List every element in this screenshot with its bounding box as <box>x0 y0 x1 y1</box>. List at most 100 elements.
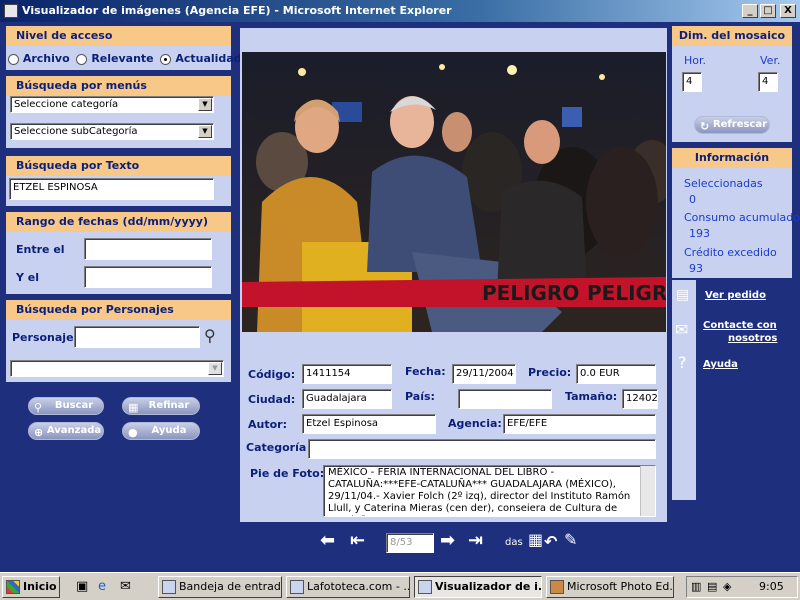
consumption-label: Consumo acumulado <box>684 211 800 224</box>
refresh-button-label: Refrescar <box>712 119 768 130</box>
code-label: Código: <box>248 368 296 381</box>
size-label: Tamaño: <box>565 390 618 403</box>
agency-field[interactable]: EFE/EFE <box>503 414 656 434</box>
tray-icon-1[interactable]: ▥ <box>691 580 701 593</box>
order-info-heading: Información pedido <box>672 148 792 184</box>
photo-image: PELIGRO PELIGRO <box>242 52 666 332</box>
price-field[interactable]: 0.0 EUR <box>576 364 656 384</box>
date-to-label: Y el <box>16 271 40 284</box>
tray-icon-2[interactable]: ▤ <box>707 580 717 593</box>
maximize-button[interactable]: □ <box>760 4 776 18</box>
city-label: Ciudad: <box>248 393 296 406</box>
person-input[interactable] <box>74 326 200 348</box>
subcategory-select-value: Seleccione subCategoría <box>14 126 138 137</box>
refine-button[interactable]: ▦ Refinar <box>122 397 200 415</box>
browser-icon <box>418 580 432 594</box>
radio-actualidad[interactable] <box>160 53 172 65</box>
chevron-down-icon[interactable]: ▼ <box>208 362 222 375</box>
chevron-down-icon[interactable]: ▼ <box>198 125 212 138</box>
person-list-select[interactable]: ▼ <box>10 360 224 377</box>
country-label: País: <box>405 390 435 403</box>
window-title-bar[interactable]: Visualizador de imágenes (Agencia EFE) -… <box>0 0 800 22</box>
page-counter-field[interactable]: 8/53 <box>386 533 434 553</box>
window-title: Visualizador de imágenes (Agencia EFE) -… <box>22 4 452 17</box>
task-item-0[interactable]: Bandeja de entrad... <box>158 576 282 598</box>
ie-quicklaunch-icon[interactable]: e <box>98 579 106 594</box>
date-to-input[interactable] <box>84 266 212 288</box>
contact-link[interactable]: Contacte con <box>703 320 777 331</box>
cart-icon[interactable]: ▤ <box>676 287 689 303</box>
cart-add-icon[interactable]: ✎ <box>564 530 577 549</box>
antivirus-icon[interactable]: ◈ <box>723 580 731 593</box>
magnifier-icon[interactable]: ⚲ <box>204 326 216 345</box>
task-item-1[interactable]: Lafototeca.com - ... <box>286 576 410 598</box>
tape-text-repeat: PELIGRO <box>587 281 666 305</box>
outlook-icon[interactable]: ✉ <box>120 579 131 594</box>
minimize-button[interactable]: _ <box>742 4 758 18</box>
desktop-icon[interactable]: ▣ <box>76 579 88 594</box>
caption-textarea[interactable]: MÉXICO - FERIA INTERNACIONAL DEL LIBRO -… <box>323 465 656 517</box>
crosshair-icon: ⊕ <box>34 426 44 439</box>
mosaic-h-input[interactable]: 4 <box>682 72 702 92</box>
help-link[interactable]: Ayuda <box>703 359 738 370</box>
task-label: Lafototeca.com - ... <box>307 580 410 593</box>
caption-text: MÉXICO - FERIA INTERNACIONAL DEL LIBRO -… <box>328 467 631 516</box>
person-label: Personaje <box>12 331 74 344</box>
caption-scrollbar[interactable] <box>640 466 655 516</box>
mail-icon[interactable]: ✉ <box>675 320 688 339</box>
lightbulb-icon: ● <box>128 426 138 439</box>
arrow-right-icon[interactable]: ➡ <box>440 530 455 551</box>
main-photo[interactable]: PELIGRO PELIGRO <box>242 52 666 332</box>
text-search-heading: Búsqueda por Texto <box>6 156 231 176</box>
mosaic-v-label: Ver. <box>760 54 781 67</box>
date-field[interactable]: 29/11/2004 <box>452 364 516 384</box>
mail-icon <box>162 580 176 594</box>
task-label: Microsoft Photo Ed... <box>567 580 674 593</box>
mosaic-v-input[interactable]: 4 <box>758 72 778 92</box>
ie-icon <box>4 4 18 18</box>
search-button[interactable]: ⚲ Buscar <box>28 397 104 415</box>
code-field[interactable]: 1411154 <box>302 364 392 384</box>
size-field[interactable]: 12402 <box>622 389 658 409</box>
people-search-heading: Búsqueda por Personajes <box>6 300 231 320</box>
task-item-2[interactable]: Visualizador de i... <box>414 576 542 598</box>
question-icon[interactable]: ? <box>678 353 687 372</box>
undo-icon[interactable]: ↶ <box>544 532 557 551</box>
task-label: Bandeja de entrad... <box>179 580 282 593</box>
date-from-label: Entre el <box>16 243 65 256</box>
chevron-down-icon[interactable]: ▼ <box>198 98 212 111</box>
radio-relevante[interactable] <box>76 53 88 65</box>
category-select[interactable]: Seleccione categoría ▼ <box>10 96 214 113</box>
clock[interactable]: 9:05 <box>759 580 784 593</box>
task-item-3[interactable]: Microsoft Photo Ed... <box>546 576 674 598</box>
radio-archivo[interactable] <box>8 53 19 65</box>
browser-icon <box>290 580 304 594</box>
radio-actualidad-label: Actualidad <box>175 52 242 65</box>
help-button[interactable]: ● Ayuda <box>122 422 200 440</box>
city-field[interactable]: Guadalajara <box>302 389 392 409</box>
close-button[interactable]: X <box>780 4 796 18</box>
last-page-icon[interactable]: ⇥ <box>468 530 483 551</box>
advanced-button-label: Avanzada <box>46 425 102 436</box>
refresh-button[interactable]: ↻ Refrescar <box>694 116 770 134</box>
grid-icon[interactable]: ▦ <box>528 530 543 549</box>
country-field[interactable] <box>458 389 552 409</box>
first-page-icon[interactable]: ⇤ <box>350 530 365 551</box>
date-from-input[interactable] <box>84 238 212 260</box>
radio-relevante-label: Relevante <box>91 52 154 65</box>
contact-link-line2[interactable]: nosotros <box>728 333 777 344</box>
advanced-search-button[interactable]: ⊕ Avanzada <box>28 422 104 440</box>
arrow-left-icon[interactable]: ⬅ <box>320 530 335 551</box>
taskbar: Inicio ▣ e ✉ Bandeja de entrad... Lafoto… <box>0 572 800 600</box>
subcategory-select[interactable]: Seleccione subCategoría ▼ <box>10 123 214 140</box>
text-search-section: Búsqueda por Texto ETZEL ESPINOSA <box>6 156 231 206</box>
menu-search-section: Búsqueda por menús Seleccione categoría … <box>6 76 231 148</box>
author-field[interactable]: Etzel Espinosa <box>302 414 436 434</box>
view-order-link[interactable]: Ver pedido <box>705 290 766 301</box>
menu-search-heading: Búsqueda por menús <box>6 76 231 96</box>
start-button[interactable]: Inicio <box>2 576 60 598</box>
category-field[interactable] <box>308 439 656 459</box>
caption-label: Pie de Foto: <box>250 467 325 480</box>
access-level-section: Nivel de acceso Archivo Relevante Actual… <box>6 26 242 70</box>
text-search-input[interactable]: ETZEL ESPINOSA <box>9 178 214 200</box>
